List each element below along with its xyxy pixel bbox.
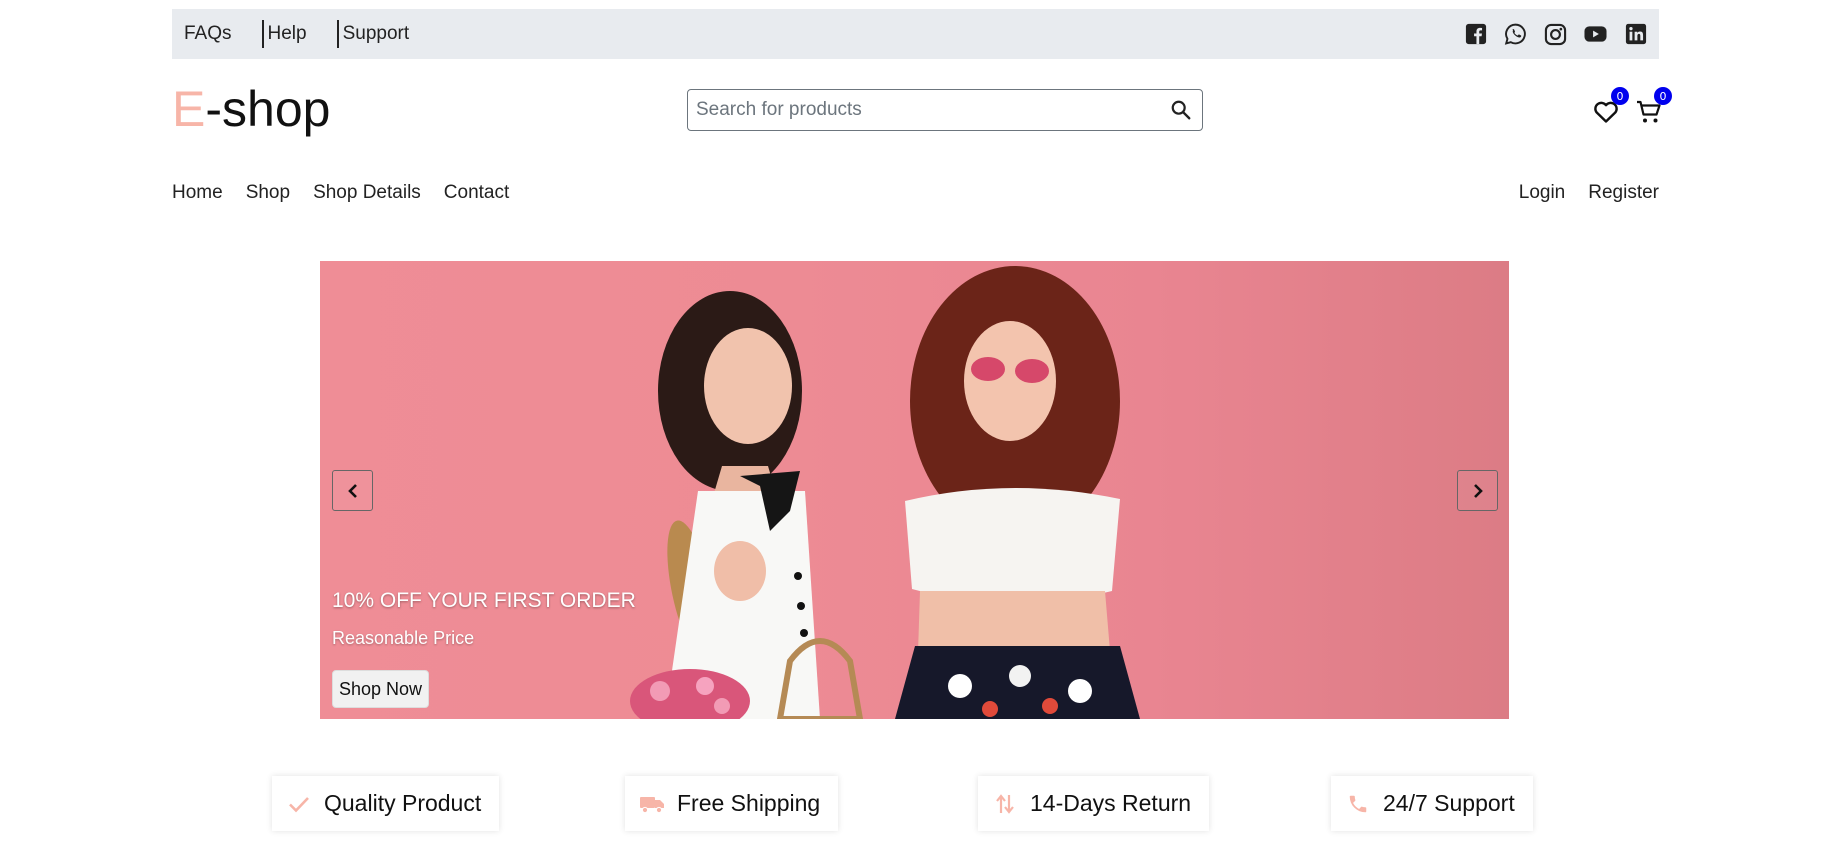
top-bar: FAQs Help Support bbox=[172, 9, 1659, 59]
phone-icon bbox=[1345, 791, 1371, 817]
truck-icon bbox=[639, 791, 665, 817]
nav-register[interactable]: Register bbox=[1588, 182, 1659, 204]
top-links: FAQs Help Support bbox=[184, 20, 409, 48]
hero-carousel: 10% OFF YOUR FIRST ORDER Reasonable Pric… bbox=[320, 261, 1509, 719]
check-icon bbox=[286, 791, 312, 817]
divider bbox=[261, 20, 264, 48]
linkedin-icon[interactable] bbox=[1624, 23, 1647, 46]
carousel-next-button[interactable] bbox=[1457, 470, 1498, 511]
feature-free-shipping: Free Shipping bbox=[625, 776, 839, 831]
nav-shop[interactable]: Shop bbox=[246, 182, 290, 204]
facebook-icon[interactable] bbox=[1464, 23, 1487, 46]
divider bbox=[336, 20, 339, 48]
feature-14-days-return: 14-Days Return bbox=[978, 776, 1210, 831]
shop-now-button[interactable]: Shop Now bbox=[332, 670, 430, 708]
help-link[interactable]: Help bbox=[268, 23, 307, 45]
nav-shop-details[interactable]: Shop Details bbox=[313, 182, 421, 204]
chevron-right-icon bbox=[1473, 483, 1483, 498]
social-links bbox=[1464, 23, 1647, 46]
logo-accent: E bbox=[172, 81, 206, 137]
hero-title: 10% OFF YOUR FIRST ORDER bbox=[332, 589, 636, 612]
search-icon[interactable] bbox=[1168, 97, 1194, 123]
wishlist-count-badge: 0 bbox=[1611, 87, 1629, 105]
support-link[interactable]: Support bbox=[343, 23, 410, 45]
cart-button[interactable]: 0 bbox=[1634, 87, 1672, 127]
feature-label: Quality Product bbox=[324, 790, 482, 816]
instagram-icon[interactable] bbox=[1544, 23, 1567, 46]
whatsapp-icon[interactable] bbox=[1504, 23, 1527, 46]
hero-image bbox=[630, 266, 1140, 719]
faqs-link[interactable]: FAQs bbox=[184, 23, 232, 45]
main-nav: Home Shop Shop Details Contact bbox=[172, 182, 509, 204]
account-nav: Login Register bbox=[1519, 182, 1659, 204]
wishlist-button[interactable]: 0 bbox=[1591, 87, 1629, 127]
search-input[interactable] bbox=[696, 99, 1168, 121]
feature-label: 24/7 Support bbox=[1383, 790, 1515, 816]
feature-label: 14-Days Return bbox=[1030, 790, 1192, 816]
nav-contact[interactable]: Contact bbox=[444, 182, 509, 204]
chevron-left-icon bbox=[347, 483, 357, 498]
site-logo[interactable]: E-shop bbox=[172, 80, 330, 138]
exchange-icon bbox=[992, 791, 1018, 817]
cart-count-badge: 0 bbox=[1654, 87, 1672, 105]
youtube-icon[interactable] bbox=[1584, 23, 1607, 46]
search-bar bbox=[687, 89, 1203, 131]
feature-label: Free Shipping bbox=[677, 790, 821, 816]
feature-quality-product: Quality Product bbox=[272, 776, 500, 831]
logo-text: -shop bbox=[205, 81, 331, 137]
nav-home[interactable]: Home bbox=[172, 182, 223, 204]
carousel-prev-button[interactable] bbox=[332, 470, 373, 511]
feature-24-7-support: 24/7 Support bbox=[1331, 776, 1533, 831]
nav-login[interactable]: Login bbox=[1519, 182, 1566, 204]
hero-subtitle: Reasonable Price bbox=[332, 628, 475, 648]
